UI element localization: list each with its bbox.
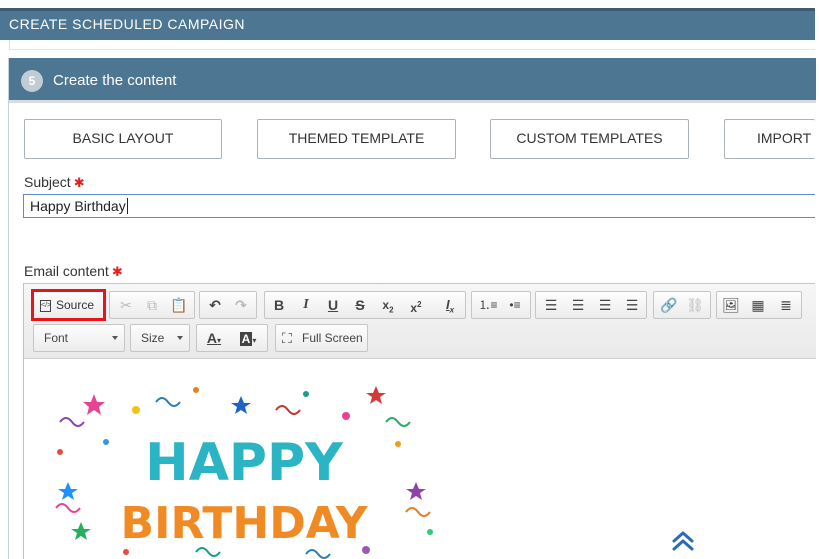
happy-text: HAPPY — [145, 433, 344, 493]
header-divider — [9, 40, 815, 50]
insert-group: 🖼 ▦ ≣ — [716, 291, 802, 319]
step-number-badge: 5 — [21, 70, 43, 92]
remove-format-icon[interactable]: Ix — [439, 295, 461, 315]
italic-icon[interactable]: I — [295, 295, 317, 315]
background-color-icon[interactable]: A ▾ — [237, 328, 259, 348]
page-header-title: CREATE SCHEDULED CAMPAIGN — [9, 16, 246, 32]
bulleted-list-icon[interactable]: •≡ — [504, 295, 526, 315]
themed-template-button[interactable]: THEMED TEMPLATE — [257, 119, 456, 159]
email-content-label: Email content ✱ — [24, 263, 123, 280]
subscript-icon[interactable]: x2 — [377, 295, 399, 315]
numbered-list-icon[interactable]: ⒈≡ — [477, 295, 499, 315]
image-icon[interactable]: 🖼 — [720, 295, 742, 315]
superscript-icon[interactable]: x2 — [405, 295, 427, 315]
source-icon: </> — [40, 300, 51, 312]
subject-input-value: Happy Birthday — [30, 198, 126, 214]
align-left-icon[interactable]: ☰ — [540, 295, 562, 315]
underline-icon[interactable]: U — [322, 295, 344, 315]
align-center-icon[interactable]: ☰ — [567, 295, 589, 315]
history-group: ↶ ↷ — [199, 291, 257, 319]
size-select[interactable]: Size — [130, 324, 190, 352]
strikethrough-icon[interactable]: S — [349, 295, 371, 315]
font-select[interactable]: Font — [33, 324, 125, 352]
email-content-label-text: Email content — [24, 263, 109, 279]
color-group: A▾ A ▾ — [196, 324, 268, 352]
fullscreen-button-label: Full Screen — [302, 331, 363, 345]
chevron-down-icon — [177, 336, 183, 340]
link-group: 🔗 ⛓ — [653, 291, 711, 319]
fullscreen-icon: ⛶ — [282, 330, 292, 346]
unlink-icon[interactable]: ⛓ — [684, 295, 706, 315]
justify-icon[interactable]: ☰ — [621, 295, 643, 315]
link-icon[interactable]: 🔗 — [658, 295, 680, 315]
text-color-icon[interactable]: A▾ — [203, 328, 225, 348]
align-right-icon[interactable]: ☰ — [594, 295, 616, 315]
birthday-image: HAPPY HAPPY BIRTHDAY BIRTHDAY — [55, 386, 433, 559]
fullscreen-button[interactable]: ⛶ Full Screen — [275, 324, 368, 352]
required-asterisk-icon: ✱ — [73, 175, 85, 190]
paste-icon[interactable]: 📋 — [168, 295, 190, 315]
import-button[interactable]: IMPORT I — [724, 119, 815, 159]
step-title: Create the content — [53, 72, 177, 89]
subject-label: Subject ✱ — [24, 174, 85, 191]
custom-templates-button[interactable]: CUSTOM TEMPLATES — [490, 119, 689, 159]
cut-icon[interactable]: ✂ — [115, 295, 137, 315]
email-content-editor: </> Source ✂ ⧉ 📋 ↶ ↷ B I U S x2 x2 Ix ⒈≡… — [23, 283, 816, 559]
chevron-down-icon — [112, 336, 118, 340]
redo-icon[interactable]: ↷ — [230, 295, 252, 315]
size-select-label: Size — [141, 331, 165, 345]
subject-label-text: Subject — [24, 174, 71, 190]
step-header[interactable]: 5 Create the content — [9, 58, 816, 103]
alignment-group: ☰ ☰ ☰ ☰ — [535, 291, 647, 319]
subject-input[interactable]: Happy Birthday — [23, 194, 815, 218]
text-cursor — [126, 198, 128, 214]
bold-icon[interactable]: B — [268, 295, 290, 315]
editor-toolbar: </> Source ✂ ⧉ 📋 ↶ ↷ B I U S x2 x2 Ix ⒈≡… — [24, 284, 816, 359]
clipboard-group: ✂ ⧉ 📋 — [109, 291, 195, 319]
table-icon[interactable]: ▦ — [747, 295, 769, 315]
required-asterisk-icon: ✱ — [111, 264, 123, 279]
scroll-to-top-icon[interactable] — [671, 530, 695, 552]
birthday-text: BIRTHDAY — [121, 498, 369, 549]
source-button[interactable]: </> Source — [31, 289, 106, 321]
basic-styles-group: B I U S x2 x2 Ix — [264, 291, 466, 319]
copy-icon[interactable]: ⧉ — [141, 295, 163, 315]
list-group: ⒈≡ •≡ — [471, 291, 531, 319]
horizontal-rule-icon[interactable]: ≣ — [775, 295, 797, 315]
font-select-label: Font — [44, 331, 69, 345]
source-button-label: Source — [56, 298, 95, 312]
undo-icon[interactable]: ↶ — [204, 295, 226, 315]
editor-content-area[interactable]: HAPPY HAPPY BIRTHDAY BIRTHDAY — [24, 360, 816, 559]
page-header: CREATE SCHEDULED CAMPAIGN — [0, 8, 815, 40]
basic-layout-button[interactable]: BASIC LAYOUT — [24, 119, 222, 159]
